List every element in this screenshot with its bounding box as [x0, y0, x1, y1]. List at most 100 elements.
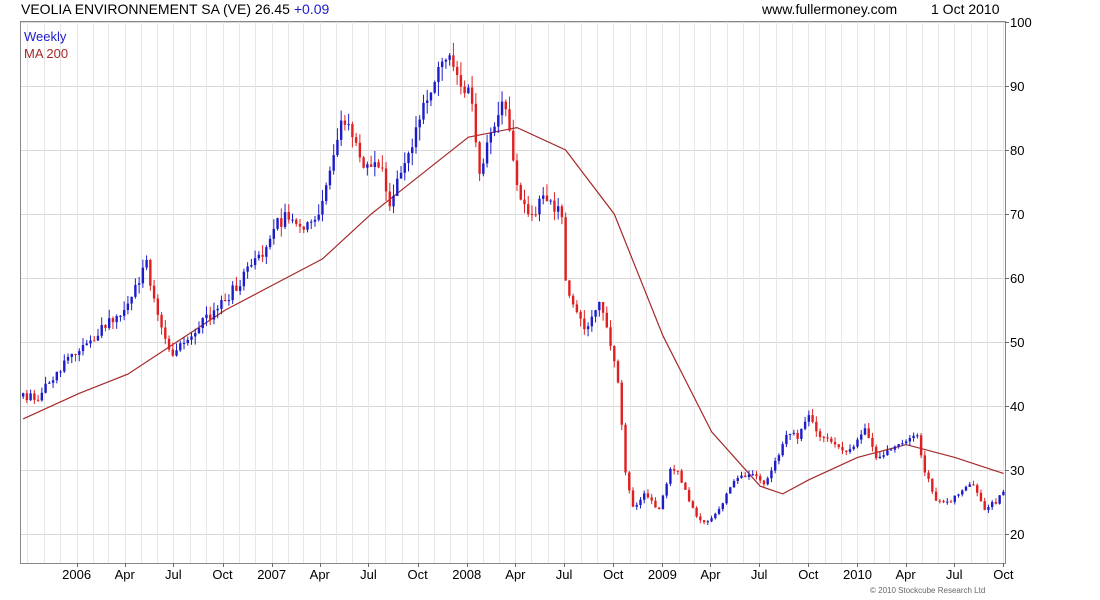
candle-body: [736, 478, 739, 481]
candle-body: [321, 200, 324, 215]
candle-body: [257, 254, 261, 259]
candle-body: [770, 470, 773, 479]
candle-body: [549, 200, 552, 202]
candle-body: [687, 489, 691, 502]
candle-body: [702, 520, 706, 523]
candle-body: [227, 300, 231, 302]
candle-body: [856, 439, 859, 447]
candle-body: [351, 124, 354, 138]
candle-body: [961, 490, 964, 495]
candle-body: [373, 162, 377, 167]
candle-body: [362, 157, 365, 168]
candle-body: [803, 421, 807, 429]
candle-body: [414, 127, 418, 148]
candle-body: [1002, 491, 1005, 496]
candle-body: [515, 160, 519, 186]
candle-body: [354, 137, 358, 143]
candle-body: [500, 101, 504, 116]
candle-body: [657, 507, 661, 510]
candle-body: [680, 470, 683, 483]
candle-body: [381, 167, 384, 169]
candle-body: [366, 164, 369, 168]
candle-body: [721, 503, 724, 510]
candle-body: [867, 428, 870, 438]
candle-body: [893, 446, 897, 450]
candle-body: [437, 67, 440, 83]
candle-body: [773, 460, 777, 471]
candle-body: [287, 212, 290, 220]
x-tick-label: Oct: [212, 567, 233, 582]
candle-body: [70, 353, 73, 357]
x-tick-label: Apr: [310, 567, 331, 582]
candle-body: [306, 222, 309, 230]
candle-body: [650, 497, 653, 501]
candle-body: [485, 142, 489, 164]
candle-body: [36, 399, 40, 401]
candle-body: [489, 132, 493, 143]
candle-body: [998, 495, 1001, 504]
candle-body: [452, 55, 455, 67]
candle-body: [777, 455, 781, 461]
candle-body: [684, 482, 687, 490]
candle-body: [923, 455, 927, 473]
candle-body: [411, 147, 414, 154]
candle-body: [25, 393, 29, 401]
y-tick-label: 60: [1010, 271, 1024, 286]
candle-body: [609, 327, 612, 346]
copyright-notice: © 2010 Stockcube Research Ltd: [870, 586, 986, 595]
candle-body: [725, 493, 728, 504]
candle-body: [328, 170, 332, 186]
candle-body: [40, 392, 44, 401]
candle-body: [324, 185, 328, 201]
candle-body: [661, 495, 665, 510]
candle-body: [575, 304, 579, 313]
candle-body: [33, 393, 36, 400]
candle-body: [792, 432, 796, 434]
y-tick-label: 80: [1010, 143, 1024, 158]
candle-body: [826, 437, 829, 439]
candle-body: [740, 475, 743, 479]
candle-body: [85, 343, 88, 346]
candle-body: [519, 185, 522, 200]
candle-body: [545, 195, 549, 202]
x-tick-label: 2008: [452, 567, 481, 582]
candle-body: [994, 501, 998, 504]
candle-body: [710, 518, 713, 522]
candle-body: [874, 446, 878, 459]
candle-body: [369, 164, 373, 167]
x-tick-label: Oct: [407, 567, 428, 582]
candle-body: [59, 371, 62, 373]
candle-body: [785, 434, 788, 445]
candle-body: [111, 318, 115, 323]
candle-body: [115, 316, 118, 323]
candle-body: [63, 360, 66, 372]
candle-body: [845, 450, 848, 452]
candle-body: [527, 204, 530, 215]
candle-body: [788, 433, 792, 435]
candle-body: [119, 315, 122, 317]
candle-body: [523, 199, 526, 205]
candle-body: [197, 328, 201, 334]
candle-body: [886, 450, 889, 456]
candle-body: [931, 478, 934, 492]
candle-body: [444, 59, 448, 62]
candle-body: [912, 435, 915, 439]
candle-body: [216, 308, 219, 311]
candle-body: [635, 504, 638, 507]
x-tick-label: 2010: [843, 567, 872, 582]
candle-body: [568, 280, 571, 296]
candle-body: [669, 468, 672, 484]
candle-body: [93, 340, 96, 342]
candle-body: [459, 75, 463, 87]
candle-body: [852, 446, 855, 450]
candle-body: [811, 415, 814, 422]
y-axis: 20 30 40 50 60 70 80 90 100: [1005, 15, 1032, 542]
candle-body: [336, 139, 339, 156]
candle-body: [347, 124, 350, 126]
candle-body: [223, 299, 227, 301]
candle-body: [755, 474, 758, 477]
candle-body: [418, 119, 421, 128]
candle-body: [310, 221, 313, 223]
candle-body: [164, 327, 167, 339]
candle-body: [265, 247, 268, 257]
